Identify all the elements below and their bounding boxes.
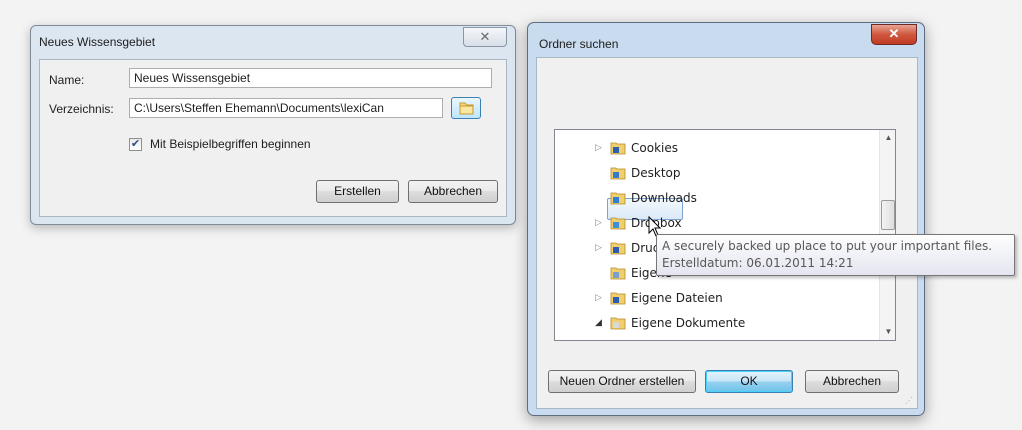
browse-folder-dialog: Ordner suchen ✕ ▷ Cookies Desktop Downloads… (527, 22, 925, 416)
shortcut-folder-icon (610, 242, 626, 255)
dialog-title: Ordner suchen (539, 37, 619, 51)
tree-item-label: Desktop (631, 166, 681, 180)
expand-arrow-icon[interactable]: ▷ (595, 212, 602, 234)
expand-arrow-icon[interactable]: ▷ (595, 287, 602, 309)
dialog-title: Neues Wissensgebiet (39, 35, 156, 49)
tree-item-label: Eigene Dateien (631, 291, 723, 305)
close-button[interactable]: ✕ (871, 24, 917, 45)
dialog-body: Name: Neues Wissensgebiet Verzeichnis: C… (39, 59, 507, 217)
dropbox-folder-icon (610, 217, 626, 230)
folder-icon (459, 102, 474, 115)
expand-arrow-icon[interactable]: ▷ (595, 337, 602, 340)
close-icon: ✕ (888, 26, 900, 41)
new-knowledge-dialog: Neues Wissensgebiet ✕ Name: Neues Wissen… (30, 25, 516, 225)
folder-icon (610, 267, 626, 280)
collapse-arrow-icon[interactable]: ◢ (595, 312, 602, 334)
ok-button[interactable]: OK (705, 370, 793, 393)
name-input[interactable]: Neues Wissensgebiet (129, 68, 492, 88)
tree-item-label: Cookies (631, 141, 678, 155)
expand-arrow-icon[interactable]: ▷ (595, 137, 602, 159)
scroll-down-icon[interactable]: ▼ (880, 327, 895, 336)
tooltip-date: Erstelldatum: 06.01.2011 14:21 (662, 256, 854, 270)
checkbox-label: Mit Beispielbegriffen beginnen (150, 137, 311, 151)
scroll-thumb[interactable] (881, 200, 895, 230)
cancel-button[interactable]: Abbrechen (408, 180, 498, 203)
name-label: Name: (49, 73, 85, 87)
shortcut-folder-icon (610, 142, 626, 155)
close-button[interactable]: ✕ (463, 27, 507, 47)
create-button[interactable]: Erstellen (316, 180, 399, 203)
resize-grip-icon[interactable]: ⋰ (905, 396, 913, 405)
dialog-body: ▷ Cookies Desktop Downloads ▷ Dropbox ▷ Drucku E… (536, 57, 918, 409)
scroll-up-icon[interactable]: ▲ (880, 133, 895, 142)
browse-folder-button[interactable] (451, 97, 481, 119)
tree-item-label: Downloads (631, 191, 697, 205)
tooltip-description: A securely backed up place to put your i… (662, 239, 993, 253)
checkmark-icon: ✔ (130, 138, 141, 150)
expand-arrow-icon[interactable]: ▷ (595, 237, 602, 259)
directory-input[interactable]: C:\Users\Steffen Ehemann\Documents\lexiC… (129, 98, 443, 118)
shortcut-folder-icon (610, 292, 626, 305)
sample-terms-checkbox[interactable]: ✔ (129, 138, 142, 151)
new-folder-button[interactable]: Neuen Ordner erstellen (548, 370, 696, 393)
cancel-button[interactable]: Abbrechen (805, 370, 899, 393)
tree-item-label: Eigene Bilder (631, 337, 711, 340)
folder-tooltip: A securely backed up place to put your i… (656, 234, 1015, 276)
documents-folder-icon (610, 317, 626, 330)
downloads-folder-icon (610, 192, 626, 205)
close-icon: ✕ (479, 29, 491, 44)
tree-item-label: Eigene Dokumente (631, 316, 746, 330)
directory-label: Verzeichnis: (49, 102, 114, 116)
desktop-folder-icon (610, 167, 626, 180)
